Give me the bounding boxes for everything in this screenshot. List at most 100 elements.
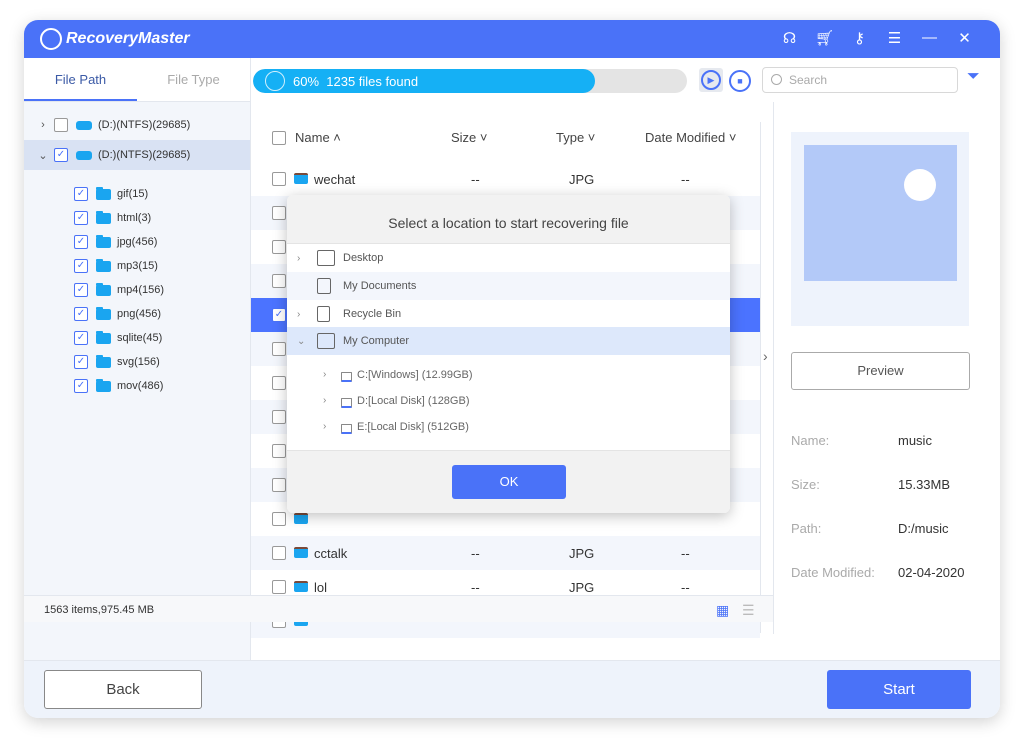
drive-c[interactable]: › C:[Windows] (12.99GB) bbox=[287, 363, 730, 389]
file-type: JPG bbox=[569, 171, 595, 187]
location-label: Desktop bbox=[343, 252, 384, 264]
checkbox[interactable]: ✓ bbox=[74, 331, 88, 345]
row-checkbox[interactable] bbox=[272, 376, 286, 390]
location-label: My Documents bbox=[343, 280, 417, 292]
table-header: Name ˄ Size ˅ Type ˅ Date Modified ˅ bbox=[251, 122, 760, 156]
minimize-icon[interactable]: — bbox=[912, 29, 947, 47]
row-checkbox[interactable] bbox=[272, 512, 286, 526]
menu-icon[interactable]: ☰ bbox=[877, 29, 912, 47]
preview-button[interactable]: Preview bbox=[791, 352, 970, 390]
location-recycle-bin[interactable]: › Recycle Bin bbox=[287, 300, 730, 328]
drive-d[interactable]: › D:[Local Disk] (128GB) bbox=[287, 389, 730, 415]
documents-icon bbox=[317, 278, 331, 294]
row-checkbox[interactable]: ✓ bbox=[272, 308, 286, 322]
tree-drive[interactable]: ⌄ ✓ (D:)(NTFS)(29685) bbox=[24, 140, 250, 170]
file-size: -- bbox=[471, 579, 480, 595]
checkbox[interactable]: ✓ bbox=[74, 211, 88, 225]
row-checkbox[interactable] bbox=[272, 444, 286, 458]
path-label: Path: bbox=[791, 521, 822, 536]
column-name[interactable]: Name ˄ bbox=[295, 130, 341, 145]
folder-icon bbox=[294, 547, 308, 558]
file-name: lol bbox=[314, 579, 328, 595]
search-input[interactable]: Search bbox=[762, 67, 958, 93]
table-row[interactable]: cctalk -- JPG -- bbox=[251, 536, 760, 570]
folder-icon bbox=[96, 186, 111, 200]
tree-folder[interactable]: ✓ sqlite(45) bbox=[24, 326, 250, 350]
chevron-down-icon[interactable]: ⌄ bbox=[297, 336, 305, 347]
row-checkbox[interactable] bbox=[272, 546, 286, 560]
drive-icon bbox=[76, 120, 92, 130]
chevron-right-icon[interactable]: › bbox=[297, 253, 300, 264]
folder-icon bbox=[96, 282, 111, 296]
tree-folder[interactable]: ✓ mov(486) bbox=[24, 374, 250, 398]
tree-folder[interactable]: ✓ png(456) bbox=[24, 302, 250, 326]
row-checkbox[interactable] bbox=[272, 478, 286, 492]
back-button[interactable]: Back bbox=[44, 670, 202, 709]
cart-icon[interactable]: 🛒︎ bbox=[807, 29, 842, 47]
ok-button[interactable]: OK bbox=[452, 465, 566, 499]
checkbox[interactable]: ✓ bbox=[74, 379, 88, 393]
size-label: Size: bbox=[791, 477, 820, 492]
checkbox[interactable]: ✓ bbox=[74, 355, 88, 369]
row-checkbox[interactable] bbox=[272, 342, 286, 356]
monitor-icon bbox=[317, 250, 335, 266]
stop-button[interactable]: ■ bbox=[729, 70, 751, 92]
tab-file-type[interactable]: File Type bbox=[137, 58, 250, 101]
collapse-preview-handle[interactable]: › bbox=[760, 122, 774, 633]
chevron-right-icon: › bbox=[323, 421, 327, 432]
folder-label: gif(15) bbox=[117, 188, 149, 200]
row-checkbox[interactable] bbox=[272, 410, 286, 424]
tree-folder[interactable]: ✓ jpg(456) bbox=[24, 230, 250, 254]
checkbox[interactable]: ✓ bbox=[74, 187, 88, 201]
location-label: Recycle Bin bbox=[343, 308, 402, 320]
tree-folder[interactable]: ✓ html(3) bbox=[24, 206, 250, 230]
close-icon[interactable]: ✕ bbox=[947, 29, 982, 47]
list-view-icon[interactable]: ☰ bbox=[742, 602, 755, 619]
chevron-right-icon[interactable]: › bbox=[297, 309, 300, 320]
filter-icon[interactable]: ⏷ bbox=[967, 68, 980, 86]
tree-folder[interactable]: ✓ mp4(156) bbox=[24, 278, 250, 302]
location-my-documents[interactable]: My Documents bbox=[287, 272, 730, 300]
tab-file-path[interactable]: File Path bbox=[24, 58, 137, 101]
checkbox[interactable] bbox=[54, 118, 68, 132]
chevron-right-icon: › bbox=[323, 395, 327, 406]
table-row[interactable]: wechat -- JPG -- bbox=[251, 162, 760, 196]
title-bar: RecoveryMaster ☊ 🛒︎ ⚷ ☰ — ✕ bbox=[24, 20, 1000, 58]
start-button[interactable]: Start bbox=[827, 670, 971, 709]
play-button[interactable]: ▶ bbox=[699, 68, 723, 92]
location-my-computer[interactable]: ⌄ My Computer bbox=[287, 327, 730, 355]
tree-folder[interactable]: ✓ gif(15) bbox=[24, 182, 250, 206]
checkbox[interactable]: ✓ bbox=[74, 235, 88, 249]
key-icon[interactable]: ⚷ bbox=[842, 29, 877, 47]
row-checkbox[interactable] bbox=[272, 580, 286, 594]
headset-icon[interactable]: ☊ bbox=[772, 29, 807, 47]
trash-icon bbox=[317, 306, 330, 322]
checkbox[interactable]: ✓ bbox=[74, 259, 88, 273]
folder-label: html(3) bbox=[117, 212, 152, 224]
checkbox[interactable]: ✓ bbox=[74, 283, 88, 297]
disk-icon bbox=[341, 424, 352, 434]
grid-view-icon[interactable]: ▦ bbox=[716, 602, 729, 619]
tree-folder[interactable]: ✓ svg(156) bbox=[24, 350, 250, 374]
column-size[interactable]: Size ˅ bbox=[451, 130, 488, 145]
location-desktop[interactable]: › Desktop bbox=[287, 244, 730, 272]
select-all-checkbox[interactable] bbox=[272, 131, 286, 145]
footer: Back Start bbox=[24, 660, 1000, 718]
drive-e[interactable]: › E:[Local Disk] (512GB) bbox=[287, 415, 730, 441]
row-checkbox[interactable] bbox=[272, 274, 286, 288]
checkbox[interactable]: ✓ bbox=[54, 148, 68, 162]
row-checkbox[interactable] bbox=[272, 206, 286, 220]
tree-drive[interactable]: › (D:)(NTFS)(29685) bbox=[24, 110, 250, 140]
row-checkbox[interactable] bbox=[272, 172, 286, 186]
folder-icon bbox=[96, 210, 111, 224]
row-checkbox[interactable] bbox=[272, 240, 286, 254]
column-type[interactable]: Type ˅ bbox=[556, 130, 595, 145]
column-date-modified[interactable]: Date Modified ˅ bbox=[645, 130, 736, 145]
tree-folder[interactable]: ✓ mp3(15) bbox=[24, 254, 250, 278]
chevron-right-icon[interactable]: › bbox=[36, 119, 50, 131]
folder-label: jpg(456) bbox=[117, 236, 158, 248]
checkbox[interactable]: ✓ bbox=[74, 307, 88, 321]
chevron-down-icon[interactable]: ⌄ bbox=[36, 149, 50, 162]
path-value: D:/music bbox=[898, 521, 949, 536]
preview-panel: Preview Name: music Size: 15.33MB Path: D:/… bbox=[773, 102, 1000, 634]
